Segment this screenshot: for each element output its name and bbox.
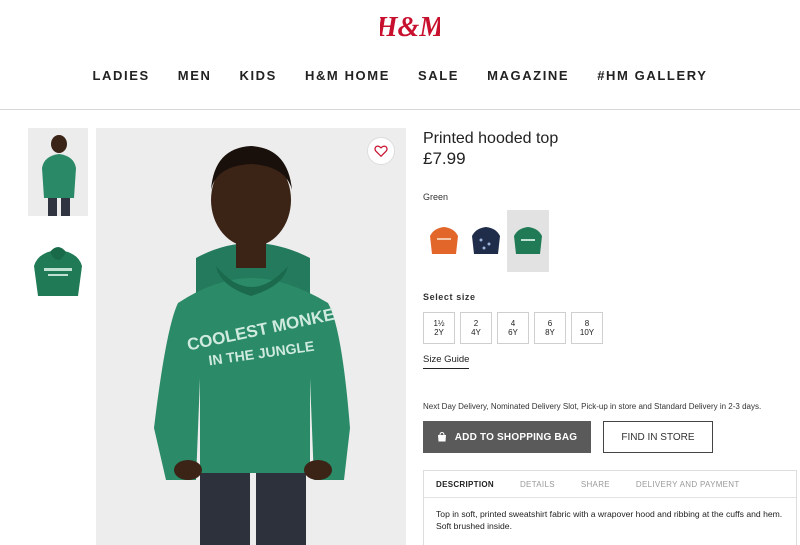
green-hoodie-icon (514, 227, 542, 254)
swatch-navy[interactable] (465, 210, 507, 272)
nav-hm-home[interactable]: H&M HOME (291, 68, 404, 83)
navy-hoodie-icon (472, 227, 500, 254)
selected-color-label: Green (423, 192, 449, 202)
favourite-button[interactable] (367, 137, 395, 165)
find-in-store-button[interactable]: FIND IN STORE (603, 421, 713, 453)
product-tabs: DESCRIPTION DETAILS SHARE DELIVERY AND P… (423, 470, 797, 545)
size-options: 1½ 2Y 2 4Y 4 6Y 6 8Y 8 10Y (423, 312, 603, 344)
product-title: Printed hooded top (423, 130, 559, 147)
nav-magazine[interactable]: MAGAZINE (473, 68, 583, 83)
logo-text: H&M (380, 12, 440, 43)
orange-hoodie-icon (430, 227, 458, 254)
size-line2: 2Y (434, 328, 444, 337)
add-to-bag-label: ADD TO SHOPPING BAG (454, 431, 578, 443)
nav-kids[interactable]: KIDS (225, 68, 290, 83)
tab-description[interactable]: DESCRIPTION (436, 480, 494, 489)
size-line1: 4 (510, 319, 516, 328)
site-header: H&M LADIES MEN KIDS H&M HOME SALE MAGAZI… (0, 0, 800, 110)
size-line1: 6 (547, 319, 553, 328)
size-option-4y[interactable]: 2 4Y (460, 312, 492, 344)
main-nav: LADIES MEN KIDS H&M HOME SALE MAGAZINE #… (0, 68, 800, 83)
thumbnail-model[interactable] (28, 128, 88, 216)
select-size-label: Select size (423, 292, 476, 302)
child-hoodie-thumb-image (28, 128, 88, 216)
size-line1: 8 (584, 319, 590, 328)
size-line2: 10Y (579, 328, 595, 337)
hm-logo[interactable]: H&M (375, 6, 446, 46)
size-option-8y[interactable]: 6 8Y (534, 312, 566, 344)
heart-icon (374, 145, 388, 158)
child-in-hoodie-image: COOLEST MONKE IN THE JUNGLE (96, 128, 406, 545)
size-line2: 6Y (508, 328, 518, 337)
add-to-bag-button[interactable]: ADD TO SHOPPING BAG (423, 421, 591, 453)
tab-bar: DESCRIPTION DETAILS SHARE DELIVERY AND P… (424, 471, 796, 498)
size-guide-link[interactable]: Size Guide (423, 354, 470, 369)
nav-hm-gallery[interactable]: #HM GALLERY (583, 68, 721, 83)
size-line1: 1½ (433, 319, 445, 328)
color-swatches (423, 210, 549, 272)
swatch-green[interactable] (507, 210, 549, 272)
product-description: Top in soft, printed sweatshirt fabric w… (436, 509, 783, 531)
tab-details[interactable]: DETAILS (520, 480, 555, 489)
size-option-6y[interactable]: 4 6Y (497, 312, 529, 344)
shopping-bag-icon (437, 432, 446, 442)
size-line1: 2 (473, 319, 479, 328)
product-price: £7.99 (423, 149, 466, 168)
tab-delivery-and-payment[interactable]: DELIVERY AND PAYMENT (636, 480, 740, 489)
thumbnail-flat[interactable] (28, 238, 88, 308)
size-line2: 8Y (545, 328, 555, 337)
size-option-2y[interactable]: 1½ 2Y (423, 312, 455, 344)
swatch-orange[interactable] (423, 210, 465, 272)
thumbnail-strip (28, 128, 88, 330)
nav-men[interactable]: MEN (164, 68, 226, 83)
nav-sale[interactable]: SALE (404, 68, 473, 83)
size-option-10y[interactable]: 8 10Y (571, 312, 603, 344)
hoodie-flat-thumb-image (28, 238, 88, 308)
hm-logo-icon: H&M (375, 12, 446, 43)
size-line2: 4Y (471, 328, 481, 337)
delivery-info: Next Day Delivery, Nominated Delivery Sl… (423, 402, 762, 411)
tab-share[interactable]: SHARE (581, 480, 610, 489)
nav-ladies[interactable]: LADIES (79, 68, 164, 83)
product-main-image[interactable]: COOLEST MONKE IN THE JUNGLE (96, 128, 406, 545)
